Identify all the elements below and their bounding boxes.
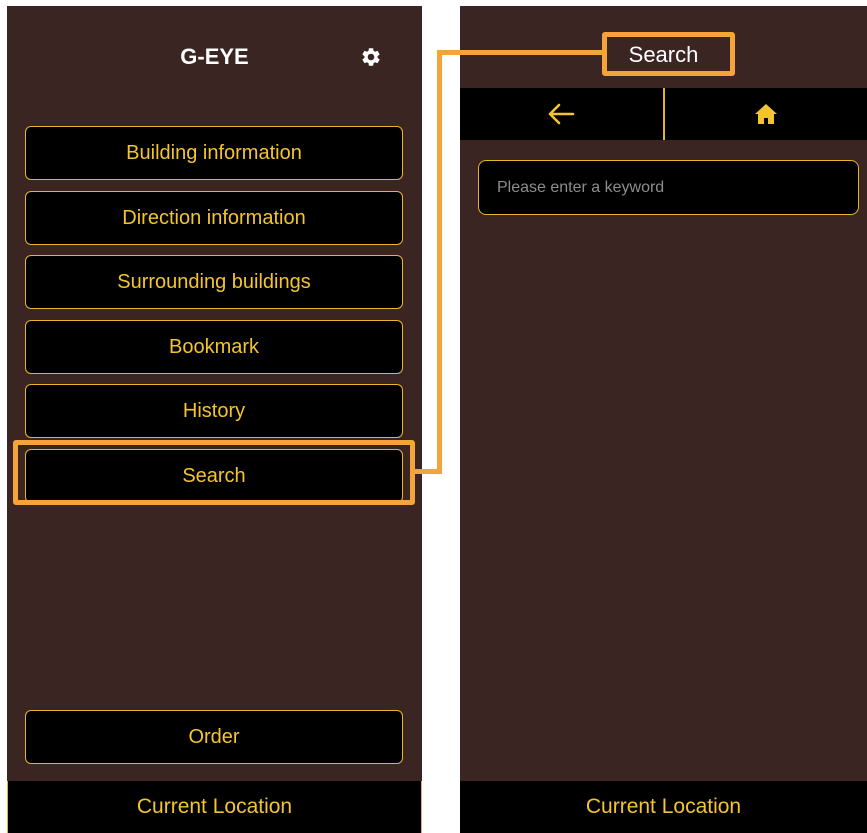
back-button[interactable] (460, 88, 663, 140)
connector-line (437, 50, 442, 474)
search-input[interactable] (478, 160, 859, 215)
building-information-button[interactable]: Building information (25, 126, 403, 180)
current-location-footer[interactable]: Current Location (460, 781, 867, 833)
surrounding-buildings-button[interactable]: Surrounding buildings (25, 255, 403, 309)
arrow-left-icon (548, 103, 575, 125)
connector-line (437, 50, 602, 55)
home-button[interactable] (662, 88, 867, 140)
home-icon (754, 104, 777, 124)
current-location-footer[interactable]: Current Location (7, 781, 422, 833)
history-button[interactable]: History (25, 384, 403, 438)
nav-bar (460, 88, 867, 140)
order-button[interactable]: Order (25, 710, 403, 764)
title-highlight-box (602, 32, 735, 76)
search-highlight-box (13, 440, 415, 505)
gear-icon[interactable] (360, 46, 382, 68)
search-screen: Search Current Location (460, 6, 867, 833)
direction-information-button[interactable]: Direction information (25, 191, 403, 245)
main-menu-screen: G-EYE Building information Direction inf… (7, 6, 422, 833)
bookmark-button[interactable]: Bookmark (25, 320, 403, 374)
